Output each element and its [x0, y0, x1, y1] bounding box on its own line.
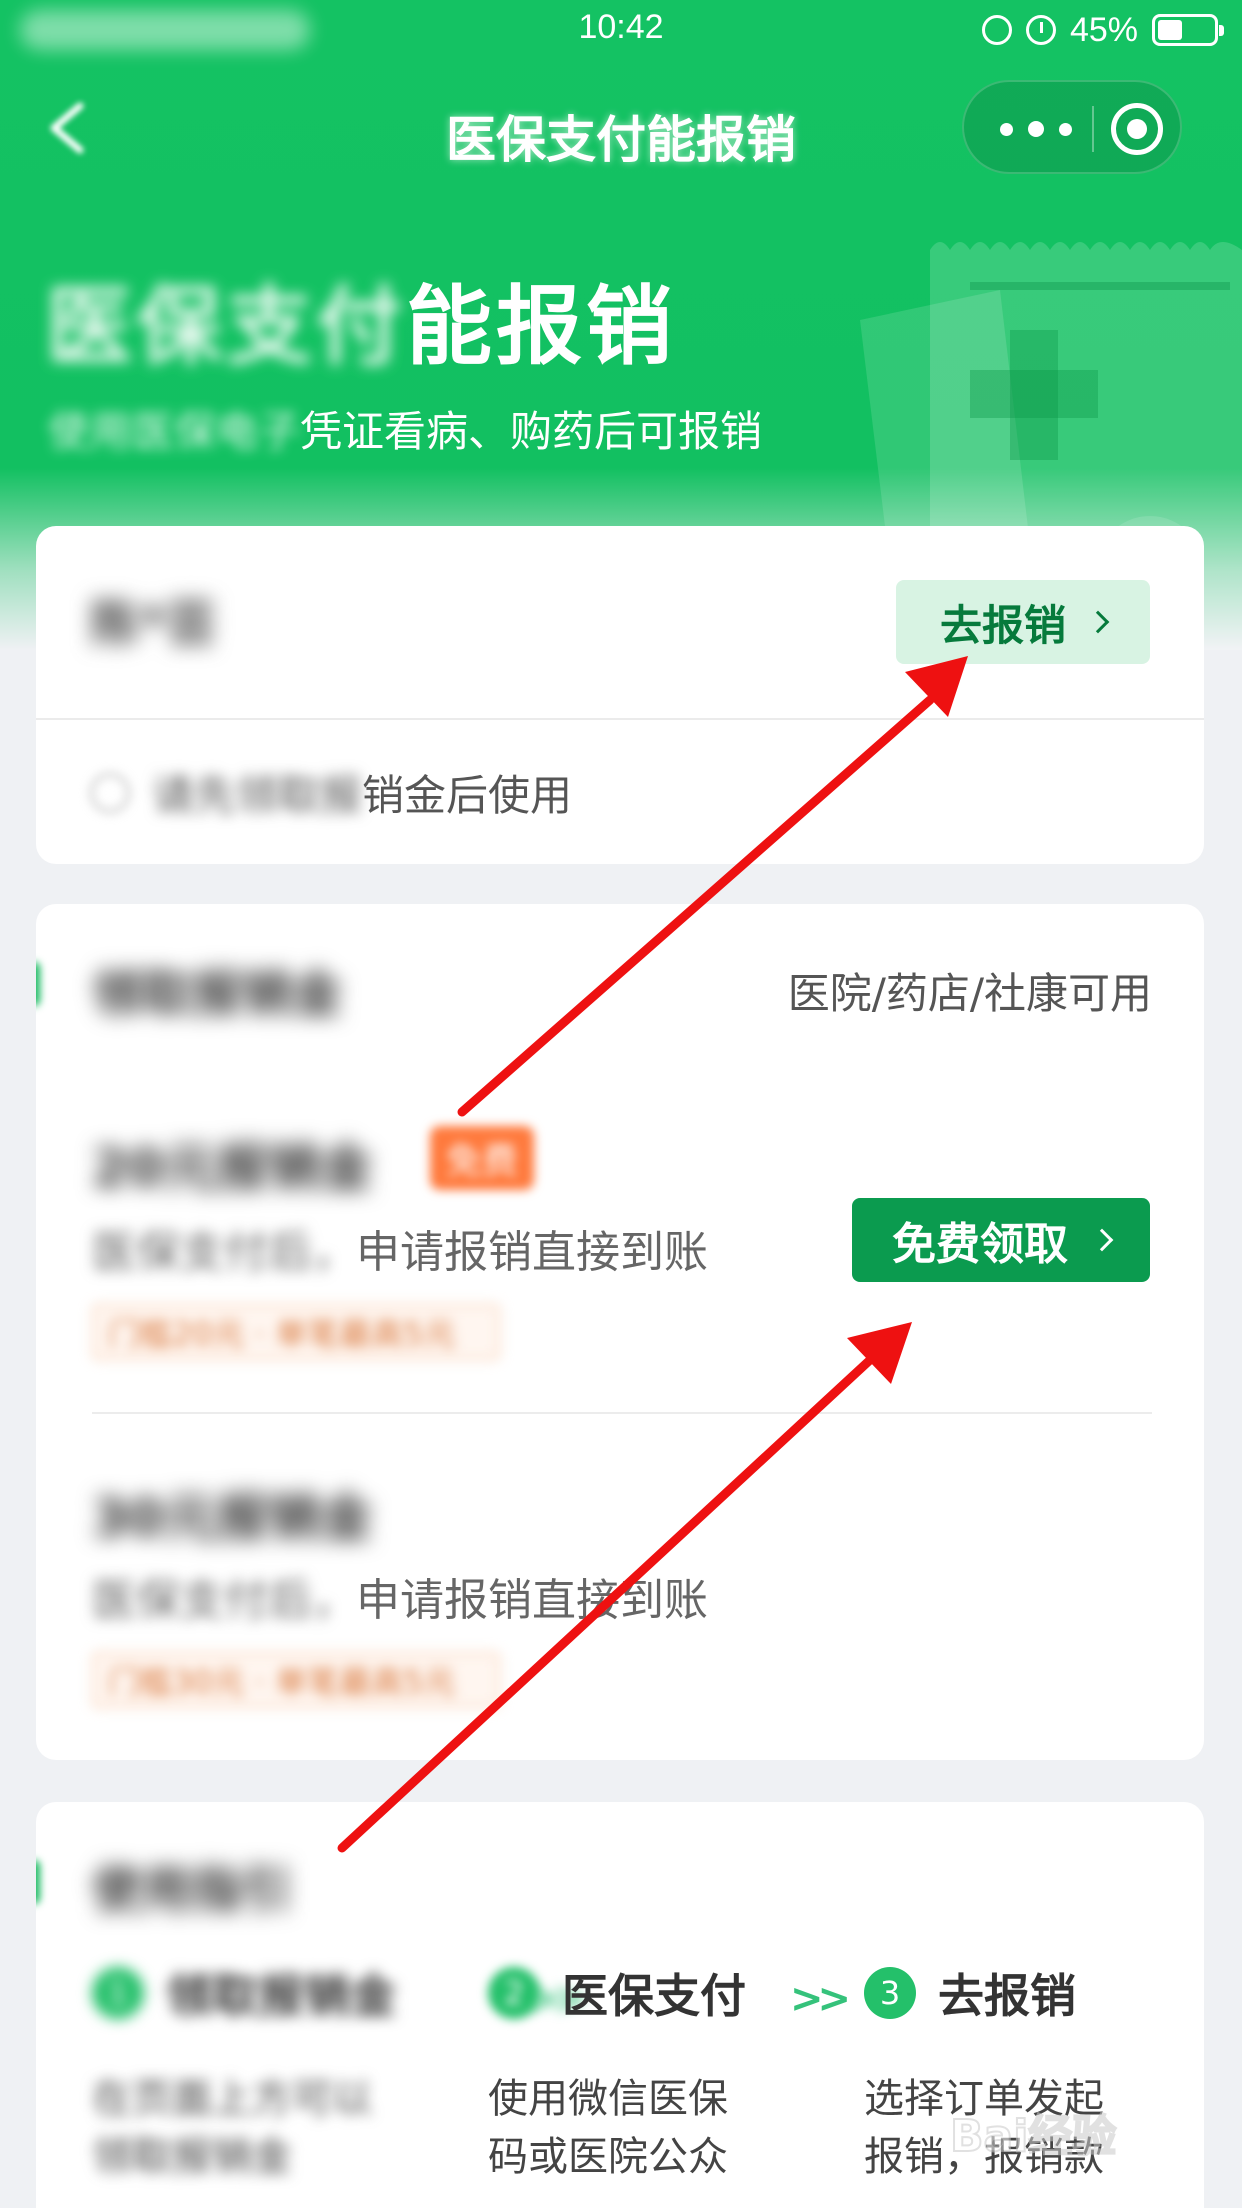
hero-subtitle: 使用医保电子凭证看病、购药后可报销 — [48, 398, 762, 459]
step-label: 领取报销金 — [166, 1969, 396, 2023]
step-desc-line: 码或医院公众 — [488, 2134, 728, 2180]
section-marker — [36, 1860, 40, 1904]
hero-subtitle-clear: 凭证看病、购药后可报销 — [300, 407, 763, 456]
chevron-right-icon — [1086, 610, 1110, 634]
battery-icon — [1152, 14, 1224, 46]
claim-hint-blurred: 请先领取报 — [152, 771, 363, 820]
step-desc-line: 在页面上方可以 — [92, 2076, 372, 2122]
account-card: 陈*芸 去报销 请先领取报销金后使用 — [36, 526, 1204, 864]
coupon-tag: 门槛30元 · 单笔最高5元 — [92, 1652, 500, 1708]
claim-hint: 请先领取报销金后使用 — [90, 762, 572, 823]
step-arrow: >> — [790, 1976, 851, 2022]
step-desc-line: 领取报销金 — [92, 2134, 292, 2180]
guide-section-title: 使用指引 — [92, 1861, 292, 1919]
step-label: 去报销 — [938, 1969, 1076, 2023]
mini-program-capsule — [962, 80, 1182, 174]
watermark-text: Bai经验 — [949, 2110, 1117, 2163]
chevron-right-icon — [1090, 1228, 1114, 1252]
guide-step: 2 医保支付 使用微信医保 码或医院公众 — [488, 1960, 746, 2186]
usable-note: 医院/药店/社康可用 — [787, 969, 1152, 1018]
battery-percent: 45% — [1069, 10, 1138, 49]
rotation-lock-icon — [981, 15, 1012, 45]
hero-title: 医保支付能报销 — [46, 256, 676, 381]
info-icon — [90, 772, 130, 813]
coupon-desc: 医保支付后，申请报销直接到账 — [92, 1216, 708, 1280]
coupon-title: 20元报销金 — [92, 1139, 373, 1199]
coupon-desc-clear: 申请报销直接到账 — [356, 1575, 708, 1626]
hero-title-blurred: 医保支付 — [46, 277, 406, 377]
reimburse-button[interactable]: 去报销 — [896, 580, 1150, 664]
capsule-divider — [1092, 106, 1094, 152]
reimburse-button-label: 去报销 — [939, 600, 1066, 650]
section-marker — [36, 962, 40, 1006]
step-number: 1 — [92, 1967, 144, 2019]
status-bar: 10:42 45% — [0, 0, 1242, 62]
nav-bar: 医保支付能报销 — [0, 62, 1242, 192]
coupon-card: 领取报销金 医院/药店/社康可用 20元报销金 免费 医保支付后，申请报销直接到… — [36, 904, 1204, 1760]
hero-title-clear: 能报销 — [406, 277, 676, 377]
baidu-watermark: Bai经验 — [949, 2070, 1180, 2180]
step-number: 3 — [864, 1967, 916, 2019]
step-desc-line: 使用微信医保 — [488, 2076, 728, 2122]
guide-step: 1 领取报销金 在页面上方可以 领取报销金 — [92, 1960, 396, 2186]
free-claim-button[interactable]: 免费领取 — [852, 1198, 1150, 1282]
free-badge: 免费 — [430, 1126, 534, 1190]
coupon-tag: 门槛20元 · 单笔最高5元 — [92, 1304, 500, 1360]
free-claim-button-label: 免费领取 — [892, 1219, 1068, 1270]
coupon-title: 30元报销金 — [92, 1489, 373, 1549]
coupon-desc: 医保支付后，申请报销直接到账 — [92, 1564, 708, 1628]
account-name: 陈*芸 — [90, 595, 217, 653]
divider — [36, 718, 1204, 720]
coupon-section-title: 领取报销金 — [92, 965, 342, 1023]
step-label: 医保支付 — [562, 1969, 746, 2023]
status-icons: 45% — [981, 10, 1224, 50]
coupon-desc-clear: 申请报销直接到账 — [356, 1227, 708, 1278]
battery-fill — [1158, 20, 1182, 40]
more-dots-icon[interactable] — [1000, 114, 1072, 144]
hero-subtitle-blurred: 使用医保电子 — [48, 407, 301, 456]
divider — [92, 1412, 1152, 1414]
alarm-icon — [1025, 15, 1056, 45]
coupon-desc-blurred: 医保支付后， — [92, 1227, 356, 1278]
target-circle-icon[interactable] — [1111, 103, 1163, 155]
page: 10:42 45% 医保支付能报销 医保支付能报销 使用医保电子凭证看病、购药后… — [0, 0, 1242, 2208]
step-number: 2 — [488, 1967, 540, 2019]
coupon-desc-blurred: 医保支付后， — [92, 1575, 356, 1626]
claim-hint-clear: 销金后使用 — [362, 771, 573, 820]
